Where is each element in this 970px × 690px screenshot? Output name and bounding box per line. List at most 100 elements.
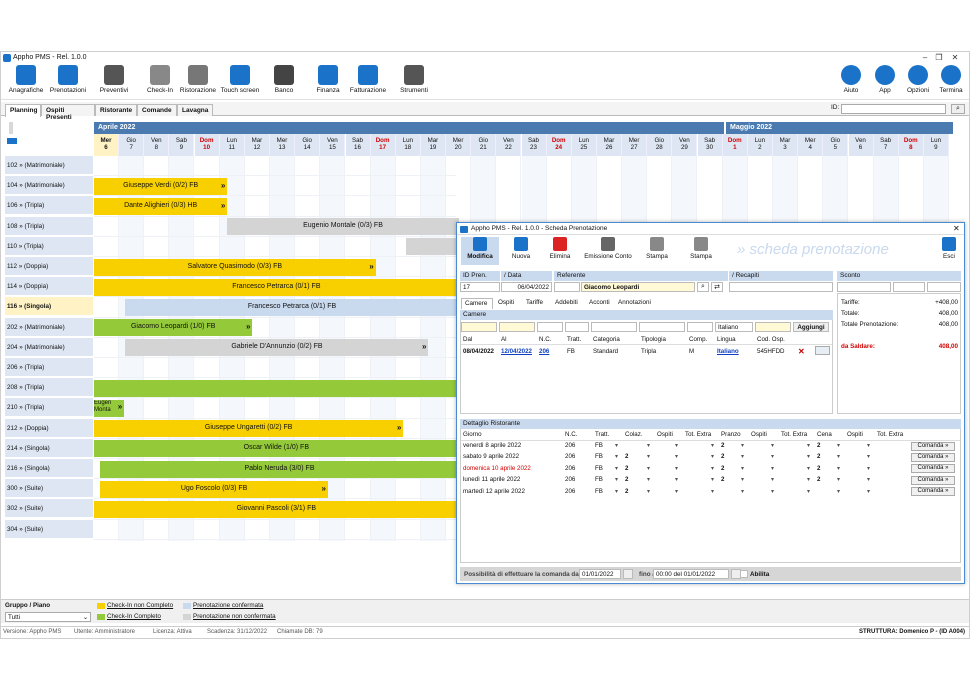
dialog-tab-tariffe[interactable]: Tariffe bbox=[523, 298, 550, 309]
chevron-down-icon[interactable]: ▾ bbox=[807, 442, 810, 449]
day-header[interactable]: Ven 15 bbox=[320, 134, 346, 156]
chevron-down-icon[interactable]: ▾ bbox=[741, 442, 744, 449]
chevron-down-icon[interactable]: ▾ bbox=[771, 442, 774, 449]
day-header[interactable]: Lun 18 bbox=[395, 134, 421, 156]
chevron-down-icon[interactable]: ▾ bbox=[615, 476, 618, 483]
comanda-button[interactable]: Comanda » bbox=[911, 475, 955, 485]
chevron-down-icon[interactable]: ▾ bbox=[711, 453, 714, 460]
chevron-down-icon[interactable]: ▾ bbox=[711, 476, 714, 483]
toolbar-fatturazione-button[interactable]: Fatturazione bbox=[347, 65, 389, 99]
chevron-down-icon[interactable]: ▾ bbox=[807, 465, 810, 472]
rist-pranzo[interactable]: 2 bbox=[721, 453, 724, 460]
rist-cena[interactable]: 2 bbox=[817, 453, 820, 460]
rist-colazione[interactable]: 2 bbox=[625, 488, 628, 495]
room-label[interactable]: 202 » (Matrimoniale) bbox=[5, 317, 93, 337]
comanda-to-field[interactable]: 00:00 del 01/01/2022 bbox=[653, 569, 729, 579]
room-label[interactable]: 206 » (Tripla) bbox=[5, 358, 93, 377]
dialog-modifica-button[interactable]: Modifica bbox=[461, 237, 499, 265]
day-header[interactable]: Sab 9 bbox=[169, 134, 195, 156]
chevron-down-icon[interactable]: ▾ bbox=[837, 488, 840, 495]
data-field[interactable]: 06/04/2022 bbox=[501, 282, 552, 292]
chevron-down-icon[interactable]: ▾ bbox=[647, 476, 650, 483]
filter-dal[interactable] bbox=[461, 322, 497, 332]
day-header[interactable]: Mer 20 bbox=[446, 134, 472, 156]
cam-cell[interactable]: 206 bbox=[539, 348, 549, 355]
filter-nc[interactable] bbox=[537, 322, 563, 332]
chevron-down-icon[interactable]: ▾ bbox=[711, 442, 714, 449]
toolbar-termina-button[interactable]: Termina bbox=[933, 65, 969, 99]
calendar-icon[interactable] bbox=[623, 569, 633, 579]
comanda-button[interactable]: Comanda » bbox=[911, 487, 955, 497]
toolbar-app-button[interactable]: App bbox=[867, 65, 903, 99]
day-header[interactable]: Gio 7 bbox=[119, 134, 145, 156]
sconto-value-field[interactable] bbox=[927, 282, 961, 292]
filter-tratt[interactable] bbox=[565, 322, 589, 332]
day-header[interactable]: Sab 16 bbox=[345, 134, 371, 156]
room-label[interactable]: 302 » (Suite) bbox=[5, 499, 93, 519]
toolbar-preventivi-button[interactable]: Preventivi bbox=[93, 65, 135, 99]
room-label[interactable]: 114 » (Doppia) bbox=[5, 277, 93, 297]
day-header[interactable]: Ven 22 bbox=[496, 134, 522, 156]
dialog-tab-acconti[interactable]: Acconti bbox=[586, 298, 613, 309]
chevron-down-icon[interactable]: ▾ bbox=[867, 442, 870, 449]
comanda-from-field[interactable]: 01/01/2022 bbox=[579, 569, 621, 579]
chevron-down-icon[interactable]: ▾ bbox=[741, 476, 744, 483]
abilita-checkbox[interactable] bbox=[740, 570, 748, 578]
chevron-down-icon[interactable]: ▾ bbox=[675, 453, 678, 460]
day-header[interactable]: Mer 27 bbox=[622, 134, 648, 156]
tab-lavagna[interactable]: Lavagna bbox=[177, 104, 213, 116]
day-header[interactable]: Dom 24 bbox=[546, 134, 572, 156]
chevron-down-icon[interactable]: ▾ bbox=[675, 442, 678, 449]
room-label[interactable]: 300 » (Suite) bbox=[5, 479, 93, 499]
booking-bar[interactable]: Giacomo Leopardi (1/0) FB » bbox=[94, 319, 253, 337]
toolbar-check-in-button[interactable]: Check-In bbox=[139, 65, 181, 99]
id-pren-field[interactable]: 17 bbox=[460, 282, 500, 292]
chevron-down-icon[interactable]: ▾ bbox=[711, 465, 714, 472]
day-header[interactable]: Lun 9 bbox=[923, 134, 949, 156]
toolbar-strumenti-button[interactable]: Strumenti bbox=[393, 65, 435, 99]
room-label[interactable]: 102 » (Matrimoniale) bbox=[5, 156, 93, 175]
booking-bar[interactable]: Salvatore Quasimodo (0/3) FB » bbox=[94, 258, 376, 276]
tab-comande[interactable]: Comande bbox=[137, 104, 177, 116]
day-header[interactable]: Mar 12 bbox=[244, 134, 270, 156]
room-label[interactable]: 212 » (Doppia) bbox=[5, 418, 93, 438]
day-header[interactable]: Mer 6 bbox=[94, 134, 119, 156]
comanda-button[interactable]: Comanda » bbox=[911, 441, 955, 451]
cam-cell[interactable]: Italiano bbox=[717, 348, 739, 355]
booking-bar[interactable]: Eugenio Montale (0/3) FB bbox=[227, 218, 459, 236]
booking-bar[interactable]: Pablo Neruda (3/0) FB bbox=[100, 460, 459, 478]
day-header[interactable]: Ven 29 bbox=[672, 134, 698, 156]
search-icon[interactable]: ⌕ bbox=[951, 104, 965, 114]
booking-bar[interactable]: Ugo Foscolo (0/3) FB » bbox=[100, 480, 328, 498]
chevron-down-icon[interactable]: ▾ bbox=[647, 442, 650, 449]
toolbar-aiuto-button[interactable]: Aiuto bbox=[833, 65, 869, 99]
day-header[interactable]: Dom 1 bbox=[722, 134, 748, 156]
dialog-tab-camere[interactable]: Camere bbox=[461, 298, 493, 309]
dialog-stampa-button[interactable]: Stampa bbox=[683, 237, 719, 265]
day-header[interactable]: Gio 28 bbox=[647, 134, 673, 156]
rist-colazione[interactable]: 2 bbox=[625, 453, 628, 460]
room-label[interactable]: 112 » (Doppia) bbox=[5, 257, 93, 276]
toolbar-anagrafiche-button[interactable]: Anagrafiche bbox=[5, 65, 47, 99]
room-label[interactable]: 116 » (Singola) bbox=[5, 297, 93, 317]
referente-code-field[interactable] bbox=[554, 282, 580, 292]
chevron-down-icon[interactable]: ▾ bbox=[867, 476, 870, 483]
chevron-down-icon[interactable]: ▾ bbox=[647, 453, 650, 460]
chevron-down-icon[interactable]: ▾ bbox=[837, 453, 840, 460]
dialog-stampa-button[interactable]: Stampa bbox=[639, 237, 675, 265]
chevron-down-icon[interactable]: ▾ bbox=[837, 442, 840, 449]
chevron-down-icon[interactable]: ▾ bbox=[647, 488, 650, 495]
booking-bar[interactable]: Oscar Wilde (1/0) FB bbox=[94, 440, 459, 458]
link-icon[interactable]: ⇄ bbox=[711, 282, 723, 292]
day-header[interactable]: Dom 8 bbox=[898, 134, 924, 156]
booking-bar[interactable]: Giuseppe Verdi (0/2) FB » bbox=[94, 177, 228, 195]
day-header[interactable]: Sab 7 bbox=[873, 134, 899, 156]
chevron-down-icon[interactable]: ▾ bbox=[771, 465, 774, 472]
group-select[interactable]: Tutti ⌄ bbox=[5, 612, 91, 622]
delete-room-icon[interactable]: ✕ bbox=[798, 347, 805, 356]
room-label[interactable]: 204 » (Matrimoniale) bbox=[5, 337, 93, 357]
day-header[interactable]: Sab 30 bbox=[697, 134, 723, 156]
booking-bar[interactable] bbox=[405, 238, 459, 256]
toolbar-prenotazioni-button[interactable]: Prenotazioni bbox=[47, 65, 89, 99]
tab-ospiti-presenti[interactable]: Ospiti Presenti bbox=[41, 104, 95, 121]
